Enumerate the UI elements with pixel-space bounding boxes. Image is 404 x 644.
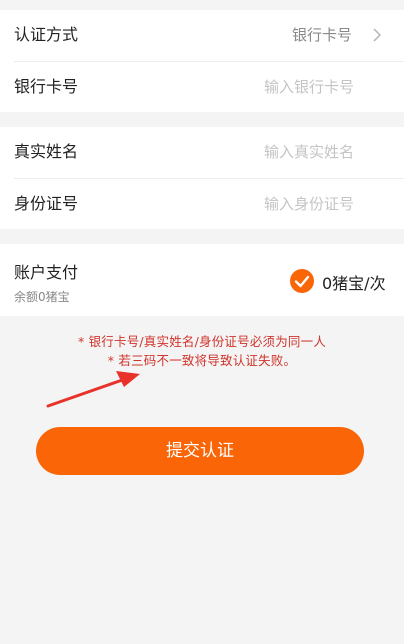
chevron-right-icon (373, 28, 382, 42)
id-number-input[interactable] (154, 189, 354, 219)
payment-label: 账户支付 (14, 263, 79, 282)
payment-price: 0猪宝/次 (322, 274, 386, 293)
real-name-label: 真实姓名 (14, 142, 79, 161)
auth-method-label: 认证方式 (14, 25, 79, 44)
id-number-label: 身份证号 (14, 194, 79, 213)
identity-group: 真实姓名 身份证号 (0, 127, 404, 229)
payment-balance: 余额0猪宝 (14, 290, 70, 304)
real-name-input[interactable] (154, 137, 354, 167)
real-name-row: 真实姓名 (0, 127, 404, 177)
bank-card-row: 银行卡号 (0, 62, 404, 112)
check-circle-icon[interactable] (289, 268, 315, 294)
auth-method-value: 银行卡号 (291, 26, 352, 44)
submit-button[interactable]: 提交认证 (36, 427, 364, 475)
auth-method-group: 认证方式 银行卡号 银行卡号 (0, 10, 404, 112)
id-number-row: 身份证号 (0, 179, 404, 229)
bank-card-label: 银行卡号 (14, 77, 79, 96)
red-arrow-icon (46, 371, 140, 408)
auth-method-row[interactable]: 认证方式 银行卡号 (0, 10, 404, 60)
bank-card-input[interactable] (154, 72, 354, 102)
warning-note-line1: * 银行卡号/真实姓名/身份证号必须为同一人 (77, 334, 327, 349)
